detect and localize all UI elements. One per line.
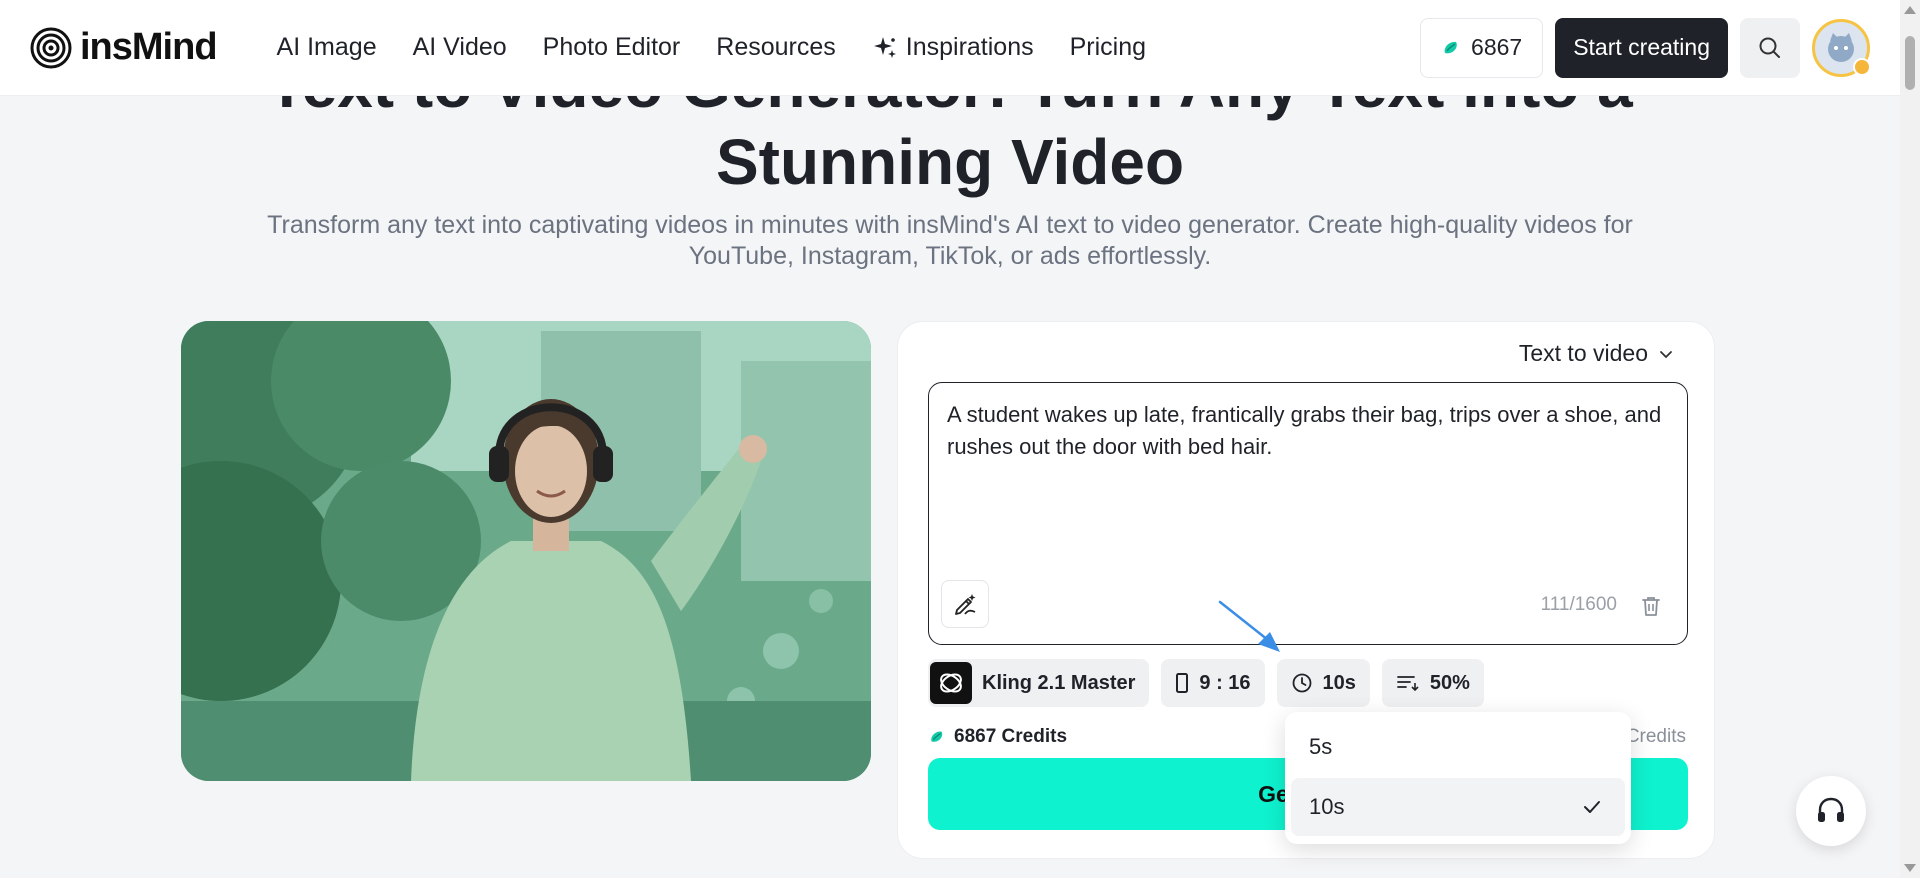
headset-icon — [1818, 797, 1844, 822]
chevron-down-icon — [1660, 350, 1672, 358]
mode-select-value: Text to video — [1518, 340, 1648, 366]
prompt-text[interactable]: A student wakes up late, frantically gra… — [947, 399, 1669, 463]
clock-icon — [1292, 673, 1311, 693]
sparkle-icon — [873, 36, 896, 58]
clear-prompt-trash-icon[interactable] — [1639, 594, 1663, 618]
magic-pen-icon — [955, 594, 976, 615]
cost-credits-label: Credits — [1625, 726, 1686, 747]
page-title-line-2: Stunning Video — [715, 126, 1185, 198]
dancing-woman-illustration — [181, 321, 871, 781]
nav-inspirations[interactable]: Inspirations — [872, 33, 1034, 62]
duration-dropdown-menu: 5s 10s — [1285, 712, 1631, 844]
annotation-arrow-icon — [1218, 600, 1280, 652]
duration-value: 10s — [1322, 671, 1356, 694]
main-nav: AI Image AI Video Photo Editor Resources… — [277, 33, 1147, 62]
search-button[interactable] — [1740, 17, 1800, 78]
scroll-down-arrow-icon[interactable] — [1904, 864, 1916, 872]
top-nav-bar: insMind AI Image AI Video Photo Editor R… — [0, 0, 1900, 96]
aspect-ratio-button[interactable]: 9 : 16 — [1161, 659, 1265, 707]
nav-resources[interactable]: Resources — [716, 33, 836, 62]
generation-options: Kling 2.1 Master 9 : 16 10s 50% — [928, 659, 1484, 707]
credit-gem-icon — [1444, 41, 1457, 53]
search-icon — [1759, 37, 1780, 58]
aspect-ratio-value: 9 : 16 — [1199, 671, 1251, 694]
prompt-enhance-button[interactable] — [941, 580, 989, 628]
nav-ai-video[interactable]: AI Video — [413, 33, 507, 62]
example-video-preview — [181, 321, 871, 781]
kling-model-logo-icon — [930, 662, 972, 704]
quality-button[interactable]: 50% — [1381, 659, 1484, 707]
credits-balance-value: 6867 — [1471, 34, 1523, 60]
model-select-value: Kling 2.1 Master — [982, 671, 1136, 694]
duration-option-label: 10s — [1309, 794, 1345, 819]
model-select-button[interactable]: Kling 2.1 Master — [928, 659, 1150, 707]
prompt-textarea[interactable]: A student wakes up late, frantically gra… — [928, 382, 1688, 645]
duration-option-10s[interactable]: 10s — [1291, 778, 1625, 836]
insmind-logo-icon — [30, 27, 72, 68]
duration-option-label: 5s — [1309, 734, 1333, 759]
vip-badge-icon — [1853, 57, 1871, 76]
brand-logo[interactable]: insMind — [30, 26, 218, 69]
page-subtitle: Transform any text into captivating vide… — [267, 211, 1633, 270]
credits-balance-button[interactable]: 6867 — [1420, 17, 1544, 78]
mode-select-dropdown[interactable]: Text to video — [1519, 340, 1674, 367]
scroll-thumb[interactable] — [1905, 36, 1915, 90]
user-avatar[interactable] — [1812, 18, 1871, 77]
brand-name: insMind — [80, 26, 218, 68]
duration-option-5s[interactable]: 5s — [1291, 718, 1625, 776]
prompt-character-count: 111/1600 — [1540, 594, 1617, 615]
page-scrollbar[interactable] — [1900, 0, 1920, 878]
checkmark-icon — [1584, 801, 1600, 813]
nav-inspirations-label: Inspirations — [905, 33, 1034, 61]
available-credits: 6867 Credits — [928, 726, 1067, 748]
available-credits-label: 6867 Credits — [954, 726, 1068, 747]
portrait-phone-icon — [1176, 673, 1189, 693]
scroll-up-arrow-icon[interactable] — [1904, 6, 1916, 14]
nav-photo-editor[interactable]: Photo Editor — [543, 33, 681, 62]
quality-lines-icon — [1397, 676, 1419, 692]
nav-ai-image[interactable]: AI Image — [277, 33, 377, 62]
start-creating-button[interactable]: Start creating — [1555, 17, 1728, 78]
customer-support-button[interactable] — [1796, 776, 1866, 846]
credit-gem-icon — [931, 731, 943, 742]
header-actions: 6867 Start creating — [1420, 17, 1871, 78]
quality-value: 50% — [1429, 671, 1470, 694]
duration-button[interactable]: 10s — [1276, 659, 1370, 707]
nav-pricing[interactable]: Pricing — [1070, 33, 1146, 62]
